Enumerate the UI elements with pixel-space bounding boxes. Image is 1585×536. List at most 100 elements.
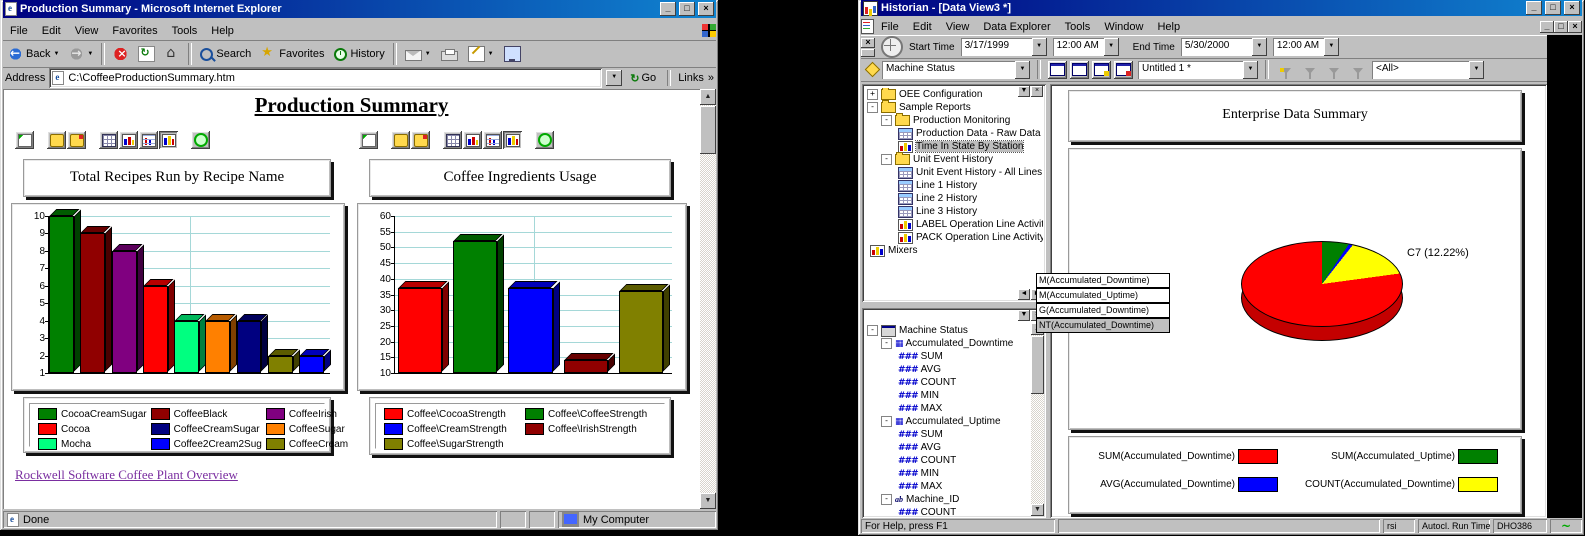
- tree-item-production-data-raw-data[interactable]: Production Data - Raw Data: [865, 127, 1043, 140]
- tag-label-2[interactable]: G(Accumulated_Downtime): [1036, 303, 1170, 318]
- dataset-combo[interactable]: Machine Status ▼: [882, 61, 1030, 79]
- tree-item-count[interactable]: ###COUNT: [865, 506, 1031, 515]
- data-view-edit-button[interactable]: [1070, 61, 1089, 79]
- tree-item-sum[interactable]: ###SUM: [865, 350, 1031, 363]
- tree-item-machine-id[interactable]: -abMachine_ID: [865, 493, 1031, 506]
- ie-titlebar[interactable]: Production Summary - Microsoft Internet …: [3, 0, 716, 18]
- filter-delete-button[interactable]: [1348, 61, 1367, 79]
- close-button[interactable]: ×: [1564, 1, 1580, 15]
- minimize-button[interactable]: _: [1526, 1, 1542, 15]
- end-date-combo[interactable]: 5/30/2000 ▼: [1181, 38, 1267, 56]
- tree-item-accumulated-downtime[interactable]: -▦Accumulated_Downtime: [865, 337, 1031, 350]
- menu-item-window[interactable]: Window: [1097, 19, 1150, 35]
- toolbar-handle[interactable]: [861, 49, 875, 57]
- minimize-button[interactable]: _: [660, 2, 676, 16]
- home-button[interactable]: [160, 41, 185, 67]
- history-button[interactable]: History: [329, 41, 389, 67]
- menu-item-help[interactable]: Help: [204, 23, 241, 39]
- tree-item-unit-event-history[interactable]: -Unit Event History: [865, 153, 1043, 166]
- copy-chart-button[interactable]: [411, 131, 430, 149]
- table-view-button[interactable]: [443, 131, 462, 149]
- tree-expander-icon[interactable]: -: [881, 154, 892, 165]
- address-input[interactable]: C:\CoffeeProductionSummary.htm: [49, 68, 602, 88]
- refresh-clock-button[interactable]: [535, 131, 554, 149]
- tree-item-count[interactable]: ###COUNT: [865, 376, 1031, 389]
- close-button[interactable]: ×: [698, 2, 714, 16]
- tree-item-sum[interactable]: ###SUM: [865, 428, 1031, 441]
- back-button[interactable]: Back▼: [3, 41, 64, 67]
- scrollbar-thumb[interactable]: [700, 106, 716, 154]
- links-label[interactable]: Links: [678, 72, 704, 84]
- favorites-button[interactable]: Favorites: [256, 41, 329, 67]
- menu-item-edit[interactable]: Edit: [35, 23, 68, 39]
- stop-button[interactable]: [108, 41, 133, 67]
- go-button[interactable]: ↻ Go: [626, 72, 660, 85]
- chevron-down-icon[interactable]: ▼: [1324, 38, 1339, 56]
- menu-item-file[interactable]: File: [874, 19, 906, 35]
- menu-item-data-explorer[interactable]: Data Explorer: [976, 19, 1057, 35]
- tree-expander-icon[interactable]: -: [881, 416, 892, 427]
- tree-item-machine-status[interactable]: -Machine Status: [865, 324, 1031, 337]
- tag-label-0[interactable]: M(Accumulated_Downtime): [1036, 273, 1170, 288]
- tree-item-label-operation-line-activity[interactable]: LABEL Operation Line Activity: [865, 218, 1043, 231]
- forward-button[interactable]: ▼: [64, 41, 98, 67]
- tree-item-production-monitoring[interactable]: -Production Monitoring: [865, 114, 1043, 127]
- scroll-down-button[interactable]: ▼: [700, 493, 716, 509]
- copy-chart-button[interactable]: [67, 131, 86, 149]
- tree-item-max[interactable]: ###MAX: [865, 480, 1031, 493]
- menu-item-edit[interactable]: Edit: [906, 19, 939, 35]
- bar-view-button[interactable]: [463, 131, 482, 149]
- tree-item-sample-reports[interactable]: -Sample Reports: [865, 101, 1043, 114]
- tree-item-oee-configuration[interactable]: +OEE Configuration: [865, 88, 1043, 101]
- bar-view-button[interactable]: [119, 131, 138, 149]
- historian-titlebar[interactable]: Historian - [Data View3 *] _ □ ×: [861, 0, 1582, 16]
- tree-item-time-in-state-by-station[interactable]: Time In State By Station: [865, 140, 1043, 153]
- filter-apply-button[interactable]: [1300, 61, 1319, 79]
- chevron-down-icon[interactable]: ▼: [1469, 61, 1484, 79]
- menu-item-file[interactable]: File: [3, 23, 35, 39]
- pane-dropdown-button[interactable]: ▼: [1018, 310, 1030, 321]
- grid-view-button[interactable]: [139, 131, 158, 149]
- menu-item-help[interactable]: Help: [1150, 19, 1187, 35]
- start-clock-combo[interactable]: 12:00 AM ▼: [1053, 38, 1119, 56]
- color-chart-button[interactable]: [503, 131, 522, 149]
- links-chevron[interactable]: »: [708, 72, 714, 84]
- coffee-plant-overview-link[interactable]: Rockwell Software Coffee Plant Overview: [15, 467, 238, 483]
- end-clock-combo[interactable]: 12:00 AM ▼: [1273, 38, 1339, 56]
- grid-view-button[interactable]: [483, 131, 502, 149]
- tree-item-mixers[interactable]: Mixers: [865, 244, 1043, 257]
- tree-item-min[interactable]: ###MIN: [865, 467, 1031, 480]
- data-view-delete-button[interactable]: [1114, 61, 1133, 79]
- tree-item-line-3-history[interactable]: Line 3 History: [865, 205, 1043, 218]
- menu-item-favorites[interactable]: Favorites: [105, 23, 164, 39]
- maximize-button[interactable]: □: [679, 2, 695, 16]
- tree-item-max[interactable]: ###MAX: [865, 402, 1031, 415]
- data-view-save-button[interactable]: [1092, 61, 1111, 79]
- menu-item-tools[interactable]: Tools: [165, 23, 205, 39]
- discuss-button[interactable]: [499, 41, 526, 67]
- table-view-button[interactable]: [99, 131, 118, 149]
- refresh-clock-button[interactable]: [191, 131, 210, 149]
- data-view-new-button[interactable]: [1048, 61, 1067, 79]
- address-dropdown-button[interactable]: ▼: [606, 70, 622, 86]
- tree-item-unit-event-history-all-lines[interactable]: Unit Event History - All Lines: [865, 166, 1043, 179]
- time-range-icon[interactable]: [881, 36, 903, 58]
- chevron-down-icon[interactable]: ▼: [1243, 61, 1258, 79]
- tree-item-min[interactable]: ###MIN: [865, 389, 1031, 402]
- tree-item-count[interactable]: ###COUNT: [865, 454, 1031, 467]
- chevron-down-icon[interactable]: ▼: [1015, 61, 1030, 79]
- refresh-button[interactable]: [133, 41, 160, 67]
- tree-item-pack-operation-line-activity[interactable]: PACK Operation Line Activity: [865, 231, 1043, 244]
- scroll-left-button[interactable]: ◄: [1018, 289, 1030, 300]
- tree-item-accumulated-uptime[interactable]: -▦Accumulated_Uptime: [865, 415, 1031, 428]
- tree-item-avg[interactable]: ###AVG: [865, 441, 1031, 454]
- child-minimize-button[interactable]: _: [1540, 21, 1554, 33]
- tree-item-avg[interactable]: ###AVG: [865, 363, 1031, 376]
- tree-expander-icon[interactable]: -: [881, 494, 892, 505]
- tree-expander-icon[interactable]: -: [881, 338, 892, 349]
- mail-button[interactable]: ▼: [400, 41, 436, 67]
- tree-expander-icon[interactable]: -: [867, 325, 878, 336]
- tree-expander-icon[interactable]: -: [881, 115, 892, 126]
- copy-data-button[interactable]: [47, 131, 66, 149]
- tree-item-line-2-history[interactable]: Line 2 History: [865, 192, 1043, 205]
